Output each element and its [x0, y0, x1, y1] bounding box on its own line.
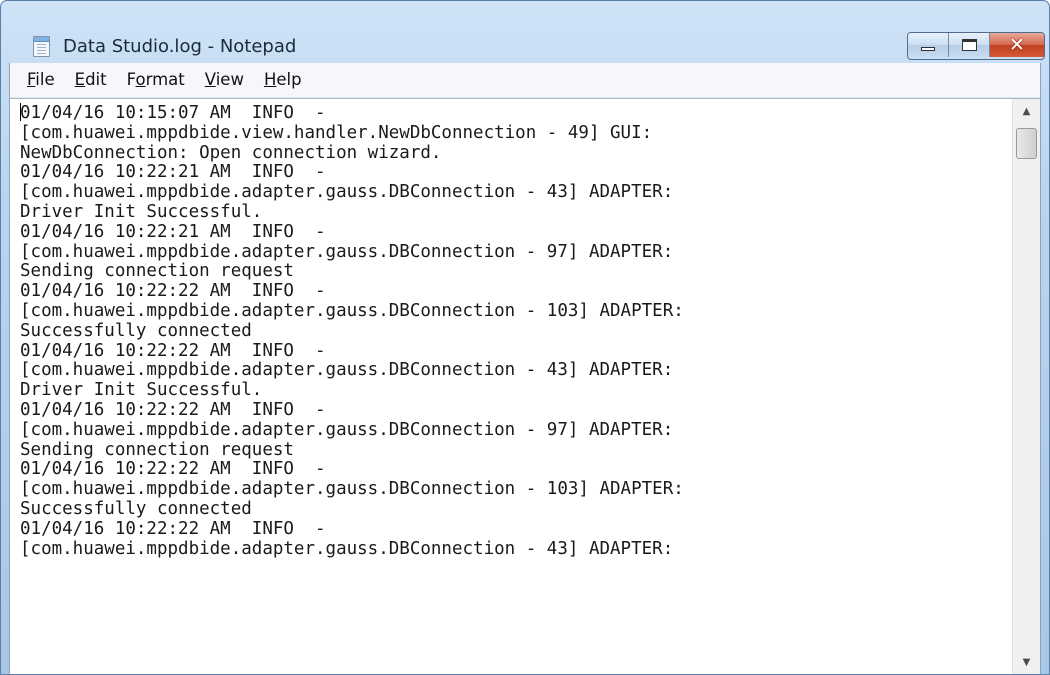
caption-buttons: ✕: [907, 32, 1045, 60]
minimize-icon: [921, 47, 935, 51]
menu-help[interactable]: Help: [254, 63, 312, 97]
menu-label-part: iew: [215, 70, 244, 89]
window-title: Data Studio.log - Notepad: [63, 36, 297, 57]
menu-label-part: F: [126, 70, 136, 89]
maximize-icon: [961, 39, 977, 51]
menu-accelerator: H: [263, 70, 277, 89]
close-button[interactable]: ✕: [990, 33, 1044, 57]
menu-accelerator: E: [74, 70, 86, 89]
scrollbar-thumb[interactable]: [1016, 128, 1037, 159]
menu-file[interactable]: File: [17, 63, 65, 97]
title-bar[interactable]: Data Studio.log - Notepad ✕: [1, 1, 1049, 61]
editor-first-char: 0: [20, 103, 31, 123]
menu-accelerator: o: [135, 70, 146, 89]
vertical-scrollbar[interactable]: ▲ ▼: [1012, 99, 1040, 674]
menu-label-part: rmat: [145, 70, 185, 89]
menu-bar: File Edit Format View Help: [10, 63, 1040, 98]
minimize-button[interactable]: [908, 33, 949, 57]
editor-text[interactable]: 01/04/16 10:15:07 AM INFO - [com.huawei.…: [10, 99, 1012, 674]
menu-label-part: ile: [35, 70, 55, 89]
menu-format[interactable]: Format: [117, 63, 195, 97]
scroll-down-arrow-icon[interactable]: ▼: [1013, 650, 1040, 674]
menu-accelerator: V: [204, 70, 216, 89]
notepad-window: Data Studio.log - Notepad ✕ File Edit Fo…: [0, 0, 1050, 675]
editor-content: 1/04/16 10:15:07 AM INFO - [com.huawei.m…: [20, 103, 684, 559]
menu-label-part: elp: [276, 70, 302, 89]
menu-label-part: dit: [85, 70, 107, 89]
notepad-icon[interactable]: [33, 36, 50, 57]
scroll-up-arrow-icon[interactable]: ▲: [1013, 99, 1040, 123]
text-editor[interactable]: 01/04/16 10:15:07 AM INFO - [com.huawei.…: [10, 98, 1040, 674]
menu-view[interactable]: View: [195, 63, 254, 97]
close-icon: ✕: [1009, 34, 1025, 56]
menu-edit[interactable]: Edit: [65, 63, 117, 97]
maximize-button[interactable]: [949, 33, 990, 57]
client-area: File Edit Format View Help 01/04/16 10:1…: [9, 63, 1041, 674]
